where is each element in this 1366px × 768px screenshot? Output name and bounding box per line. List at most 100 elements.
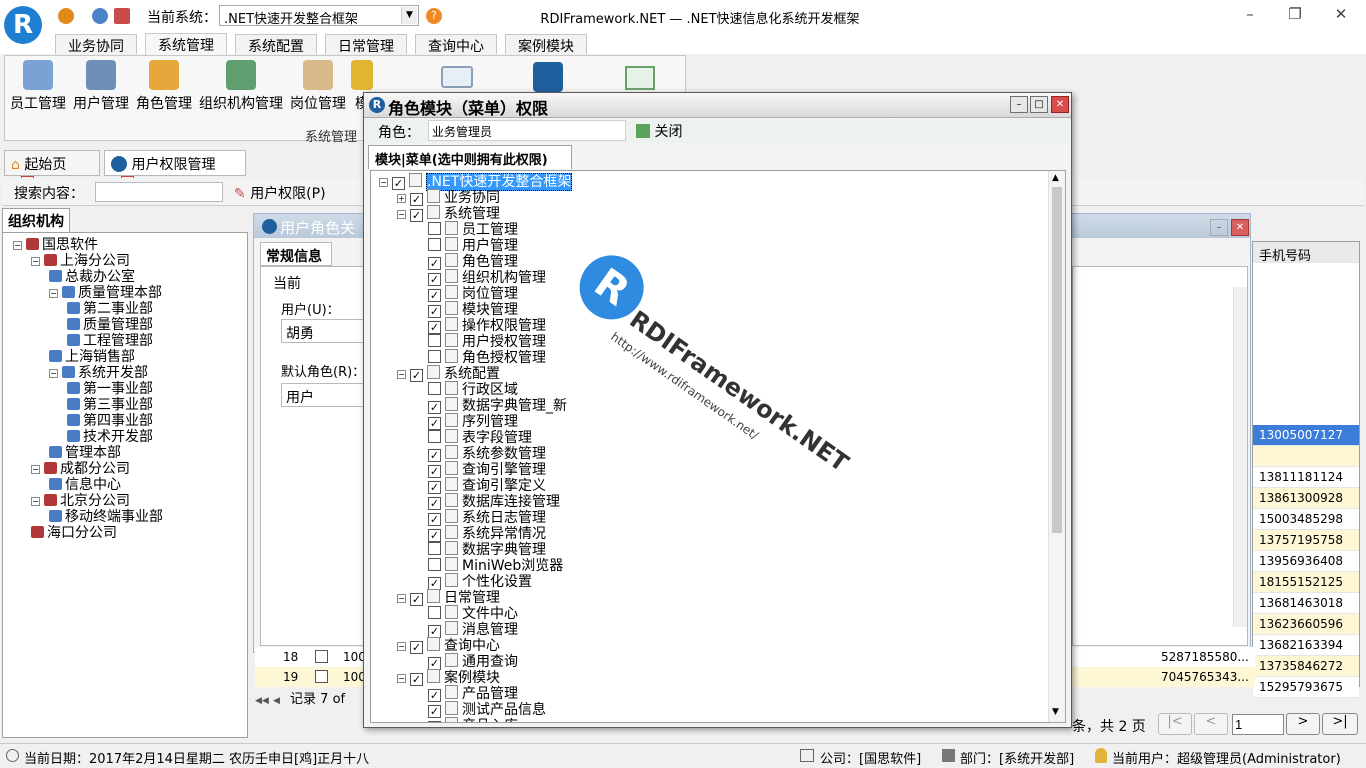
collapse-icon[interactable]: − xyxy=(13,241,22,250)
module-tree-node[interactable]: ✓ 查询引擎定义 xyxy=(415,477,546,494)
org-tree-node[interactable]: 质量管理部 xyxy=(67,317,153,333)
org-tree-node[interactable]: 第四事业部 xyxy=(67,413,153,429)
module-tree-node[interactable]: 文件中心 xyxy=(415,605,518,622)
collapse-icon[interactable]: − xyxy=(31,257,40,266)
page-input[interactable] xyxy=(1232,714,1284,735)
rdi-icon[interactable] xyxy=(533,62,563,92)
module-tree-node[interactable]: 角色授权管理 xyxy=(415,349,546,366)
phone-cell[interactable]: 15295793675 xyxy=(1253,677,1359,698)
user-permission-button[interactable]: ✎ 用户权限(P) xyxy=(234,183,326,203)
collapse-icon[interactable]: − xyxy=(397,674,406,683)
phone-cell[interactable] xyxy=(1253,446,1359,467)
unchecked-checkbox[interactable] xyxy=(428,558,441,571)
unchecked-checkbox[interactable] xyxy=(428,350,441,363)
collapse-icon[interactable]: − xyxy=(49,289,58,298)
dialog-close-icon[interactable]: ✕ xyxy=(1051,96,1069,113)
window-close-icon[interactable]: ✕ xyxy=(1231,219,1249,236)
collapse-icon[interactable]: − xyxy=(397,370,406,379)
phone-cell[interactable]: 13623660596 xyxy=(1253,614,1359,635)
collapse-icon[interactable]: − xyxy=(379,178,388,187)
tab-query-center[interactable]: 查询中心 xyxy=(415,34,497,55)
module-tree-node[interactable]: ✓ 数据字典管理_新 xyxy=(415,397,567,414)
row-checkbox[interactable] xyxy=(315,670,328,683)
phone-cell[interactable]: 13681463018 xyxy=(1253,593,1359,614)
module-tree-node[interactable]: 员工管理 xyxy=(415,221,518,238)
pager-first-button[interactable]: |< xyxy=(1158,713,1192,735)
phone-cell[interactable]: 13005007127 xyxy=(1253,425,1359,446)
module-tree-node[interactable]: − ✓ 系统管理 xyxy=(397,205,500,222)
users-icon[interactable] xyxy=(92,8,108,24)
module-menu-tab[interactable]: 模块|菜单(选中则拥有此权限) xyxy=(368,145,572,169)
collapse-icon[interactable]: − xyxy=(31,465,40,474)
module-tree-node[interactable]: ✓ 岗位管理 xyxy=(415,285,518,302)
nav-first-icon[interactable]: ◀◀ xyxy=(255,696,269,706)
help-icon[interactable]: ? xyxy=(426,8,442,24)
row-checkbox[interactable] xyxy=(315,650,328,663)
module-tree-node[interactable]: + ✓ 业务协同 xyxy=(397,189,500,206)
collapse-icon[interactable]: − xyxy=(31,497,40,506)
module-tree-node[interactable]: − ✓ 日常管理 xyxy=(397,589,500,606)
unchecked-checkbox[interactable] xyxy=(428,238,441,251)
module-tree-node[interactable]: ✓ 个性化设置 xyxy=(415,573,532,590)
org-tree-node[interactable]: 总裁办公室 xyxy=(49,269,135,285)
expand-icon[interactable]: + xyxy=(397,194,406,203)
chevron-down-icon[interactable]: ▼ xyxy=(401,7,417,24)
phone-column-header[interactable]: 手机号码 xyxy=(1253,242,1359,264)
collapse-icon[interactable]: − xyxy=(397,210,406,219)
module-tree-node[interactable]: ✓ 通用查询 xyxy=(415,653,518,670)
module-tree-node[interactable]: ✓ 组织机构管理 xyxy=(415,269,546,286)
general-info-tab[interactable]: 常规信息 xyxy=(260,242,332,266)
module-tree-node[interactable]: 用户管理 xyxy=(415,237,518,254)
module-tree-node[interactable]: ✓ 序列管理 xyxy=(415,413,518,430)
phone-cell[interactable]: 18155152125 xyxy=(1253,572,1359,593)
tab-daily-management[interactable]: 日常管理 xyxy=(325,34,407,55)
tab-business[interactable]: 业务协同 xyxy=(55,34,137,55)
org-tree-node[interactable]: 管理本部 xyxy=(49,445,121,461)
system-select[interactable]: .NET快速开发整合框架 ▼ xyxy=(219,5,419,27)
unchecked-checkbox[interactable] xyxy=(428,606,441,619)
scroll-up-icon[interactable]: ▲ xyxy=(1052,173,1059,183)
module-tree-node[interactable]: ✓ 查询引擎管理 xyxy=(415,461,546,478)
pager-last-button[interactable]: >| xyxy=(1322,713,1358,735)
org-tree-node[interactable]: 工程管理部 xyxy=(67,333,153,349)
org-tree-node[interactable]: 第二事业部 xyxy=(67,301,153,317)
nav-prev-icon[interactable]: ◀ xyxy=(273,696,280,706)
tools-icon[interactable] xyxy=(114,8,130,24)
org-tree-node[interactable]: − 北京分公司 xyxy=(31,493,130,509)
phone-cell[interactable]: 13956936408 xyxy=(1253,551,1359,572)
tree-scrollbar[interactable]: ▲ ▼ xyxy=(1048,171,1065,722)
checked-checkbox[interactable]: ✓ xyxy=(428,721,441,722)
tab-system-management[interactable]: 系统管理 xyxy=(145,33,227,55)
org-tree-node[interactable]: − 成都分公司 xyxy=(31,461,130,477)
default-role-field[interactable]: 用户 xyxy=(281,383,365,407)
org-tree-node[interactable]: 上海销售部 xyxy=(49,349,135,365)
module-tree-node[interactable]: ✓ 产品管理 xyxy=(415,685,518,702)
module-tree-node[interactable]: 表字段管理 xyxy=(415,429,532,446)
employee-management-button[interactable]: 员工管理 xyxy=(7,60,69,120)
module-tree-node[interactable]: 数据字典管理 xyxy=(415,541,546,558)
org-tree-node[interactable]: 技术开发部 xyxy=(67,429,153,445)
phone-cell[interactable]: 13735846272 xyxy=(1253,656,1359,677)
unchecked-checkbox[interactable] xyxy=(428,430,441,443)
user-management-button[interactable]: 用户管理 xyxy=(71,60,131,120)
phone-cell[interactable]: 13682163394 xyxy=(1253,635,1359,656)
pager-prev-button[interactable]: < xyxy=(1194,713,1228,735)
org-tree-node[interactable]: − 上海分公司 xyxy=(31,253,130,269)
module-tree-node[interactable]: ✓ 系统日志管理 xyxy=(415,509,546,526)
app-logo[interactable]: R xyxy=(4,6,42,44)
phone-cell[interactable]: 15003485298 xyxy=(1253,509,1359,530)
unchecked-checkbox[interactable] xyxy=(428,222,441,235)
collapse-icon[interactable]: − xyxy=(49,369,58,378)
org-tree-node[interactable]: − 系统开发部 xyxy=(49,365,148,381)
window-icon[interactable] xyxy=(441,66,473,88)
dialog-maximize-icon[interactable]: □ xyxy=(1030,96,1048,113)
dialog-minimize-icon[interactable]: – xyxy=(1010,96,1028,113)
module-tree-node[interactable]: ✓ 系统参数管理 xyxy=(415,445,546,462)
org-tree-node[interactable]: − 质量管理本部 xyxy=(49,285,162,301)
phone-cell[interactable]: 13811181124 xyxy=(1253,467,1359,488)
module-tree-node[interactable]: ✓ 角色管理 xyxy=(415,253,518,270)
module-tree-node[interactable]: ✓ 消息管理 xyxy=(415,621,518,638)
collapse-icon[interactable]: − xyxy=(397,594,406,603)
module-tree-node[interactable]: ✓ 测试产品信息 xyxy=(415,701,546,718)
window-minimize-icon[interactable]: – xyxy=(1210,219,1228,236)
